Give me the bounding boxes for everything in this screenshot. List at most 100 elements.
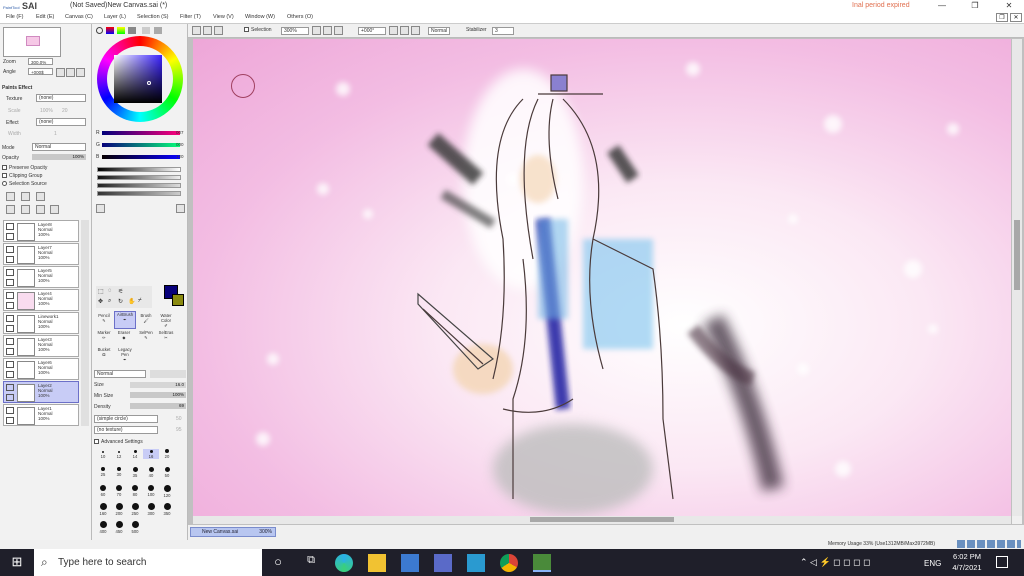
taskbar-search[interactable]: ⌕ Type here to search — [34, 549, 262, 576]
brush-size-preset[interactable]: 500 — [127, 521, 143, 534]
brush-size-preset[interactable]: 450 — [111, 521, 127, 534]
hand-icon[interactable]: ✋ — [128, 298, 135, 305]
tool-airbrush[interactable]: AirBrush ✒ — [114, 311, 136, 329]
rgb-tab-icon[interactable] — [106, 27, 114, 34]
vertical-scrollbar[interactable] — [1012, 39, 1022, 516]
task-view-icon[interactable]: ⧉ — [302, 554, 320, 572]
menu-others[interactable]: Others (O) — [287, 14, 313, 20]
stabilizer-select[interactable]: 3 — [492, 27, 514, 35]
layer-item[interactable]: Layer4 Normal 100% — [3, 289, 79, 311]
brush-size-preset[interactable]: 14 — [127, 449, 143, 459]
eye-icon[interactable] — [6, 269, 14, 276]
brush-size-preset[interactable]: 120 — [159, 485, 175, 498]
tool-watercolor[interactable]: Water Color ✐ — [156, 313, 176, 328]
tool-pencil[interactable]: Pencil ✎ — [94, 313, 114, 323]
horizontal-scrollbar[interactable] — [193, 516, 1011, 524]
clipping-group-checkbox[interactable]: Clipping Group — [2, 173, 42, 179]
preserve-opacity-checkbox[interactable]: Preserve Opacity — [2, 165, 47, 171]
brush-texture-select[interactable]: (no texture) — [94, 426, 158, 434]
drawing-canvas[interactable] — [193, 39, 1011, 516]
restore-doc-icon[interactable]: ❐ — [996, 13, 1008, 22]
cortana-icon[interactable]: ○ — [269, 554, 287, 572]
tool-marker[interactable]: Marker ✏ — [94, 330, 114, 340]
brush-size-preset[interactable]: 200 — [111, 503, 127, 516]
brush-size-preset-selected[interactable]: 16 — [143, 449, 159, 459]
layer-item[interactable]: Linework1 Normal 100% — [3, 312, 79, 334]
tool-bucket[interactable]: Bucket ⛾ — [94, 347, 114, 358]
angle-field[interactable]: +000$ — [28, 68, 53, 75]
tool-brush[interactable]: Brush 🖌 — [136, 313, 156, 324]
eye-icon[interactable] — [6, 361, 14, 368]
rotate-cw-button[interactable] — [400, 26, 409, 35]
menu-file[interactable]: File (F) — [6, 14, 23, 20]
brush-size-preset[interactable]: 20 — [159, 449, 175, 459]
layer-item[interactable]: Layer1 Normal 100% — [3, 404, 79, 426]
show-selection-button[interactable] — [214, 26, 223, 35]
tool-selpen[interactable]: SelPen ✎ — [136, 330, 156, 340]
opacity-slider[interactable]: 100% — [32, 154, 86, 160]
maximize-icon[interactable]: ❐ — [968, 1, 982, 11]
edge-icon[interactable] — [335, 554, 353, 572]
rotate-right-button[interactable] — [76, 68, 85, 77]
eye-icon[interactable] — [6, 246, 14, 253]
eye-icon[interactable] — [6, 315, 14, 322]
b-value[interactable]: 120 — [176, 154, 184, 159]
clear-layer-button[interactable] — [50, 205, 59, 214]
eye-icon[interactable] — [6, 384, 14, 391]
canvas-blend-field[interactable]: Normal — [428, 27, 450, 35]
r-slider[interactable] — [102, 131, 180, 135]
swatches-tab-icon[interactable] — [128, 27, 136, 34]
file-explorer-icon[interactable] — [368, 554, 386, 572]
g-value[interactable]: 000 — [176, 142, 184, 147]
brush-size-preset[interactable]: 100 — [143, 485, 159, 497]
menu-canvas[interactable]: Canvas (C) — [65, 14, 93, 20]
canvas-angle-field[interactable]: +000° — [358, 27, 386, 35]
brush-shape-buttons[interactable] — [150, 370, 186, 378]
brush-size-preset[interactable]: 60 — [95, 485, 111, 497]
brush-size-preset[interactable]: 300 — [143, 503, 159, 516]
scratch-close-button[interactable] — [176, 204, 185, 213]
brush-size-preset[interactable]: 35 — [127, 467, 143, 478]
layer-item[interactable]: Layer8 Normal 100% — [3, 220, 79, 242]
density-slider[interactable]: 69 — [130, 403, 186, 409]
brush-size-preset[interactable]: 250 — [127, 503, 143, 516]
merge-down-button[interactable] — [21, 205, 30, 214]
b-slider[interactable] — [102, 155, 180, 159]
clock-time[interactable]: 6:02 PM — [950, 552, 984, 561]
chrome-icon[interactable] — [500, 554, 518, 572]
store-icon[interactable] — [434, 554, 452, 572]
saturation-value-square[interactable] — [114, 55, 162, 103]
zoom-in-button[interactable] — [323, 26, 332, 35]
menu-layer[interactable]: Layer (L) — [104, 14, 126, 20]
sai-taskbar-icon[interactable] — [533, 554, 551, 572]
layer-scrollbar[interactable] — [81, 220, 89, 426]
rect-select-icon[interactable]: ⬚ — [98, 288, 104, 295]
blend-mode-select[interactable]: Normal — [32, 143, 86, 151]
layer-item-selected[interactable]: Layer2 Normal 100% — [3, 381, 79, 403]
hsv-tab-icon[interactable] — [117, 27, 125, 34]
advanced-settings-toggle[interactable]: Advanced Settings — [94, 439, 143, 445]
size-slider[interactable]: 16.0 — [130, 382, 186, 388]
layer-item[interactable]: Layer3 Normal 100% — [3, 335, 79, 357]
canvas-tab[interactable]: New Canvas.sai 300% — [190, 527, 276, 537]
color-wheel-tab-icon[interactable] — [96, 27, 103, 34]
zoom-fit-button[interactable] — [56, 68, 65, 77]
shade-bar[interactable] — [97, 191, 181, 196]
brush-size-preset[interactable]: 40 — [143, 467, 159, 478]
app-icon[interactable] — [467, 554, 485, 572]
layer-item[interactable]: Layer5 Normal 100% — [3, 266, 79, 288]
palette-tab-icon[interactable] — [154, 27, 162, 34]
eye-icon[interactable] — [6, 292, 14, 299]
scratchpad-tab-icon[interactable] — [142, 27, 150, 34]
selection-source-checkbox[interactable]: Selection Source — [2, 181, 47, 187]
new-layer-button[interactable] — [6, 192, 15, 201]
eye-icon[interactable] — [6, 407, 14, 414]
eye-icon[interactable] — [6, 223, 14, 230]
invert-selection-button[interactable] — [203, 26, 212, 35]
layer-item[interactable]: Layer7 Normal 100% — [3, 243, 79, 265]
layer-item[interactable]: Layer6 Normal 100% — [3, 358, 79, 380]
menu-selection[interactable]: Selection (S) — [137, 14, 169, 20]
zoom-icon[interactable]: ⌕ — [108, 298, 111, 305]
brush-size-preset[interactable]: 25 — [95, 467, 111, 477]
brush-size-preset[interactable]: 12 — [111, 449, 127, 459]
